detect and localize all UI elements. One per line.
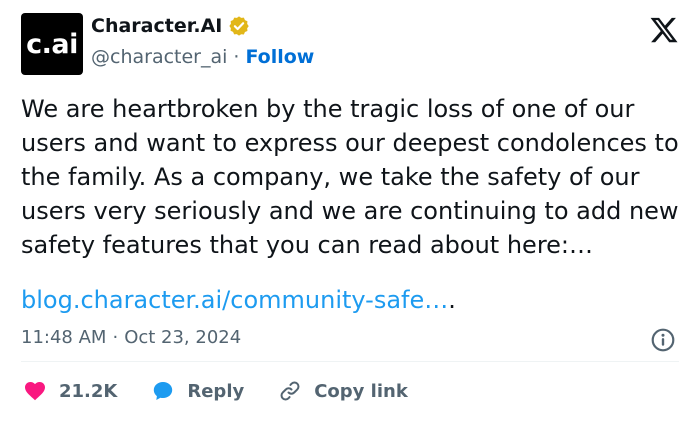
handle-separator: · — [233, 46, 240, 68]
reply-button[interactable]: Reply — [151, 379, 244, 403]
tweet-embed-card: c.ai Character.AI @character_ai · Follow… — [0, 0, 700, 432]
like-button[interactable]: 21.2K — [23, 379, 117, 403]
author-name-row: Character.AI — [91, 15, 250, 37]
copy-link-button[interactable]: Copy link — [278, 379, 408, 403]
tweet-timestamp[interactable]: 11:48 AM · Oct 23, 2024 — [21, 327, 241, 348]
author-handle[interactable]: @character_ai — [91, 46, 227, 68]
reply-label: Reply — [187, 380, 245, 402]
avatar[interactable]: c.ai — [21, 13, 83, 75]
tweet-link[interactable]: blog.character.ai/community-safe… — [21, 286, 448, 314]
tweet-time[interactable]: 11:48 AM — [21, 327, 106, 348]
heart-icon — [25, 382, 45, 401]
tweet-date[interactable]: Oct 23, 2024 — [124, 327, 241, 348]
tweet-link-line: blog.character.ai/community-safe…. — [21, 283, 456, 317]
action-bar: 21.2K Reply Copy link — [23, 379, 408, 403]
author-name[interactable]: Character.AI — [91, 15, 222, 37]
link-icon — [280, 381, 300, 401]
info-icon[interactable] — [650, 327, 676, 353]
like-count: 21.2K — [59, 380, 118, 402]
x-logo-icon[interactable] — [649, 15, 679, 45]
follow-button[interactable]: Follow — [245, 46, 314, 68]
copy-link-label: Copy link — [314, 380, 408, 402]
tweet-text: We are heartbroken by the tragic loss of… — [21, 95, 679, 259]
author-handle-row: @character_ai · Follow — [91, 46, 314, 68]
avatar-text: c.ai — [26, 28, 78, 60]
verified-badge-icon — [229, 16, 250, 36]
timestamp-separator: · — [112, 327, 119, 348]
divider — [21, 361, 679, 362]
link-suffix: . — [448, 286, 456, 314]
reply-bubble-icon — [154, 382, 173, 400]
